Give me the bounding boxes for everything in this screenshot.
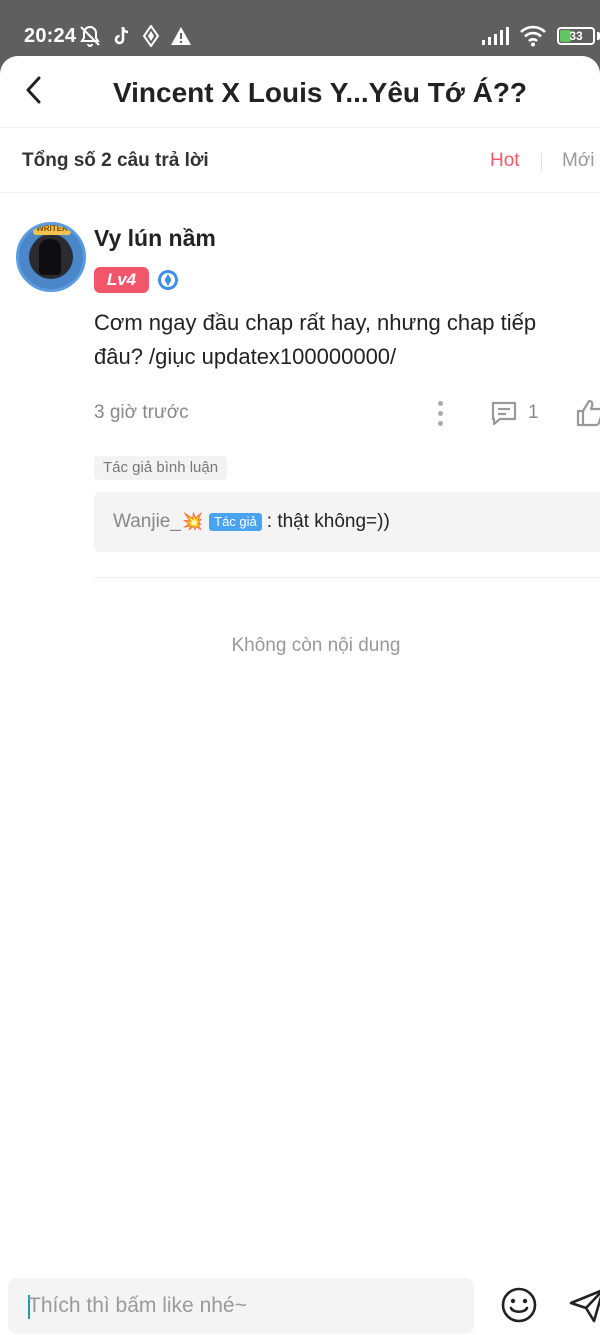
warning-icon <box>171 27 191 45</box>
username[interactable]: Vy lún nầm <box>94 224 216 252</box>
more-options-button[interactable] <box>428 397 452 429</box>
bell-off-icon <box>80 25 100 47</box>
status-icons-right: 33 <box>481 24 600 48</box>
avatar[interactable]: WRITER <box>16 222 86 292</box>
dot-icon <box>437 420 443 426</box>
dot-icon <box>437 410 443 416</box>
bottom-input-bar <box>0 1262 600 1335</box>
author-comment-tag: Tác giả bình luận <box>94 456 228 480</box>
sort-divider <box>541 153 542 171</box>
chevron-left-icon <box>26 76 41 104</box>
reply-button[interactable]: 1 <box>490 397 539 429</box>
tiktok-icon <box>114 26 129 45</box>
level-badge: Lv4 <box>94 267 149 293</box>
reply-input[interactable] <box>28 1278 458 1334</box>
reply-input-container[interactable] <box>8 1278 474 1334</box>
status-time: 20:24 <box>24 25 77 47</box>
page-title: Vincent X Louis Y...Yêu Tớ Á?? <box>112 77 528 108</box>
dot-icon <box>437 400 443 406</box>
sort-hot-tab[interactable]: Hot <box>490 149 520 173</box>
comment-time: 3 giờ trước <box>94 402 189 423</box>
verified-icon <box>158 270 178 290</box>
header: Vincent X Louis Y...Yêu Tớ Á?? <box>0 56 600 128</box>
reply-username: Wanjie_ <box>113 511 181 532</box>
reply-line: Wanjie_ 💥 Tác giả : thật không=)) <box>113 510 390 534</box>
emoji-icon[interactable] <box>500 1286 538 1324</box>
no-more-content: Không còn nội dung <box>231 635 401 656</box>
sort-new-tab[interactable]: Mới <box>562 149 595 173</box>
app-icon <box>142 25 160 47</box>
comment-text: Cơm ngay đầu chap rất hay, nhưng chap ti… <box>94 310 537 369</box>
comment-icon <box>491 401 517 426</box>
reply-count: 1 <box>528 402 539 423</box>
signal-icon <box>482 27 509 45</box>
wifi-icon <box>520 25 546 47</box>
reply-preview[interactable]: Wanjie_ 💥 Tác giả : thật không=)) <box>94 492 600 552</box>
comment-sheet <box>0 56 600 1335</box>
reply-text: : thật không=)) <box>266 511 390 532</box>
like-icon[interactable] <box>574 397 600 429</box>
status-bar: 20:24 33 <box>0 0 600 56</box>
back-button[interactable] <box>14 70 54 110</box>
sort-bar: Tổng số 2 câu trả lời Hot Mới <box>0 129 600 193</box>
battery-level: 33 <box>569 29 583 43</box>
status-icons-left <box>78 24 192 48</box>
writer-badge: WRITER <box>33 225 71 235</box>
battery-icon: 33 <box>557 27 595 45</box>
total-replies: Tổng số 2 câu trả lời <box>22 150 209 171</box>
send-icon[interactable] <box>568 1286 600 1324</box>
explosion-emoji: 💥 <box>181 512 204 531</box>
divider <box>94 577 600 578</box>
author-badge: Tác giả <box>209 513 262 531</box>
avatar-figure <box>39 239 61 275</box>
